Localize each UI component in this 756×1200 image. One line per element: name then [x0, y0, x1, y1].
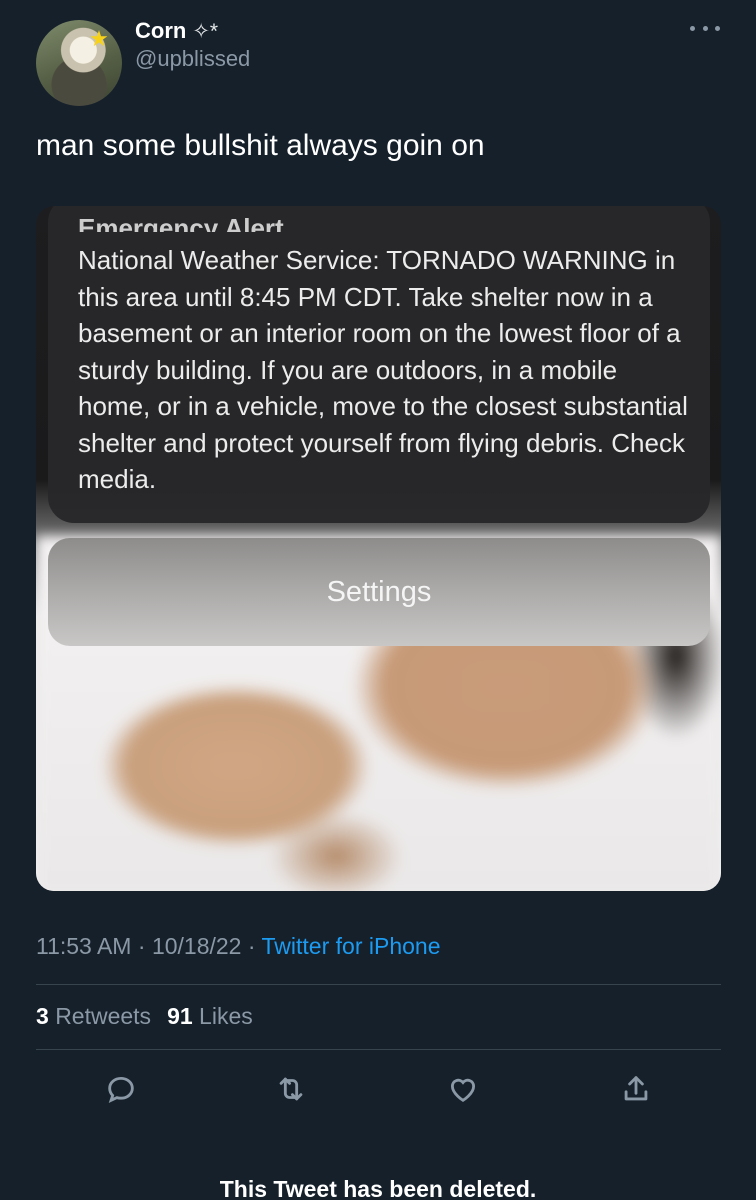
alert-title: Emergency Alert [78, 218, 690, 232]
display-name[interactable]: Corn ✧* [135, 18, 218, 44]
display-name-text: Corn [135, 18, 187, 43]
tweet-media-image[interactable]: Emergency Alert National Weather Service… [36, 206, 721, 891]
more-options-icon[interactable] [690, 18, 720, 38]
star-icon: ★ [89, 26, 109, 51]
likes-stat[interactable]: 91 Likes [167, 1003, 253, 1029]
tweet-time: 11:53 AM [36, 933, 132, 959]
emergency-alert-card: Emergency Alert National Weather Service… [48, 206, 710, 523]
retweet-icon[interactable] [270, 1068, 312, 1110]
likes-count: 91 [167, 1003, 193, 1029]
meta-separator-2: · [247, 933, 256, 959]
avatar[interactable]: ★ [36, 20, 122, 106]
name-suffix: ✧* [192, 20, 219, 43]
divider [36, 984, 721, 985]
reply-icon[interactable] [100, 1068, 142, 1110]
meta-separator: · [137, 933, 146, 959]
tweet-text: man some bullshit always goin on [36, 129, 485, 162]
deleted-tweet-notice: This Tweet has been deleted. [219, 1176, 537, 1200]
retweets-stat[interactable]: 3 Retweets [36, 1003, 151, 1029]
settings-label: Settings [326, 575, 432, 608]
tweet-stats: 3 Retweets 91 Likes [36, 1003, 253, 1030]
tweet-actions [0, 1068, 756, 1110]
tweet-source-link[interactable]: Twitter for iPhone [262, 933, 441, 959]
retweets-label: Retweets [55, 1003, 152, 1029]
user-handle[interactable]: @upblissed [135, 46, 250, 72]
likes-label: Likes [199, 1003, 253, 1029]
divider [36, 1049, 721, 1050]
tweet-detail: ★ Corn ✧* @upblissed man some bullshit al… [0, 0, 756, 1200]
alert-body: National Weather Service: TORNADO WARNIN… [78, 245, 688, 494]
tweet-meta: 11:53 AM · 10/18/22 · Twitter for iPhone [36, 933, 440, 960]
retweets-count: 3 [36, 1003, 49, 1029]
share-icon[interactable] [615, 1068, 657, 1110]
settings-button: Settings [48, 538, 710, 646]
like-icon[interactable] [442, 1068, 484, 1110]
tweet-date: 10/18/22 [151, 933, 242, 959]
